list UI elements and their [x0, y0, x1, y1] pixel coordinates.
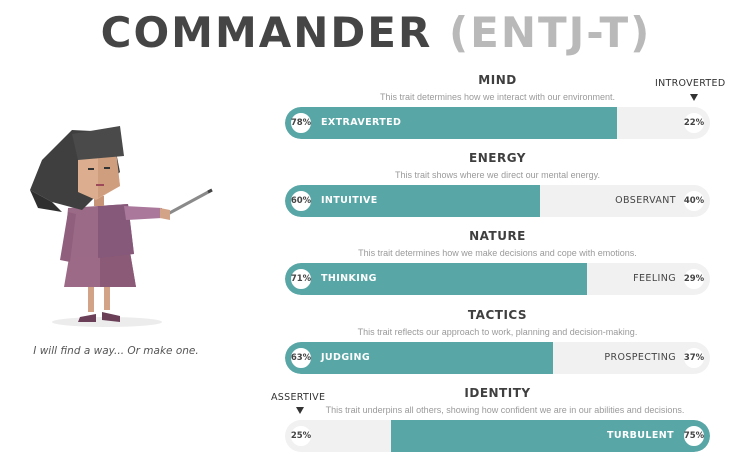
trait-bar: 78% EXTRAVERTED 22% [285, 107, 710, 139]
dominant-label: THINKING [321, 273, 377, 284]
other-percent: 22% [681, 110, 707, 136]
character-figure [30, 126, 213, 327]
dominant-percent: 60% [288, 188, 314, 214]
dominant-percent: 63% [288, 345, 314, 371]
trait-description: This trait reflects our approach to work… [357, 327, 638, 337]
trait-heading: IDENTITY [464, 386, 531, 400]
other-percent: 25% [288, 423, 314, 449]
dominant-label: EXTRAVERTED [321, 117, 402, 128]
type-code: (ENTJ-T) [448, 8, 652, 57]
trait-heading: ENERGY [469, 151, 526, 165]
dominant-percent: 78% [288, 110, 314, 136]
other-percent: 29% [681, 266, 707, 292]
trait-bar: 25% TURBULENT 75% [285, 420, 710, 452]
assertive-arrow-icon [296, 407, 304, 414]
trait-bar: 60% INTUITIVE OBSERVANT 40% [285, 185, 710, 217]
trait-heading: NATURE [469, 229, 526, 243]
trait-heading: MIND [478, 73, 517, 87]
dominant-label: JUDGING [321, 352, 371, 363]
type-name: COMMANDER [100, 8, 433, 57]
dominant-label: INTUITIVE [321, 195, 378, 206]
trait-bar: 71% THINKING FEELING 29% [285, 263, 710, 295]
trait-description: This trait shows where we direct our men… [395, 170, 600, 180]
other-percent: 40% [681, 188, 707, 214]
trait-description: This trait underpins all others, showing… [325, 405, 685, 415]
other-label: PROSPECTING [604, 352, 676, 363]
trait-bar: 63% JUDGING PROSPECTING 37% [285, 342, 710, 374]
character-quote: I will find a way... Or make one. [33, 345, 199, 357]
dominant-percent: 75% [681, 423, 707, 449]
other-label: FEELING [633, 273, 676, 284]
other-label: OBSERVANT [615, 195, 676, 206]
trait-description: This trait determines how we make decisi… [358, 248, 637, 258]
trait-heading: TACTICS [467, 308, 528, 322]
dominant-percent: 71% [288, 266, 314, 292]
other-percent: 37% [681, 345, 707, 371]
dominant-label: TURBULENT [606, 430, 674, 441]
trait-description: This trait determines how we interact wi… [379, 92, 616, 102]
commander-illustration [12, 112, 242, 337]
page-title: COMMANDER (ENTJ-T) [0, 8, 752, 57]
